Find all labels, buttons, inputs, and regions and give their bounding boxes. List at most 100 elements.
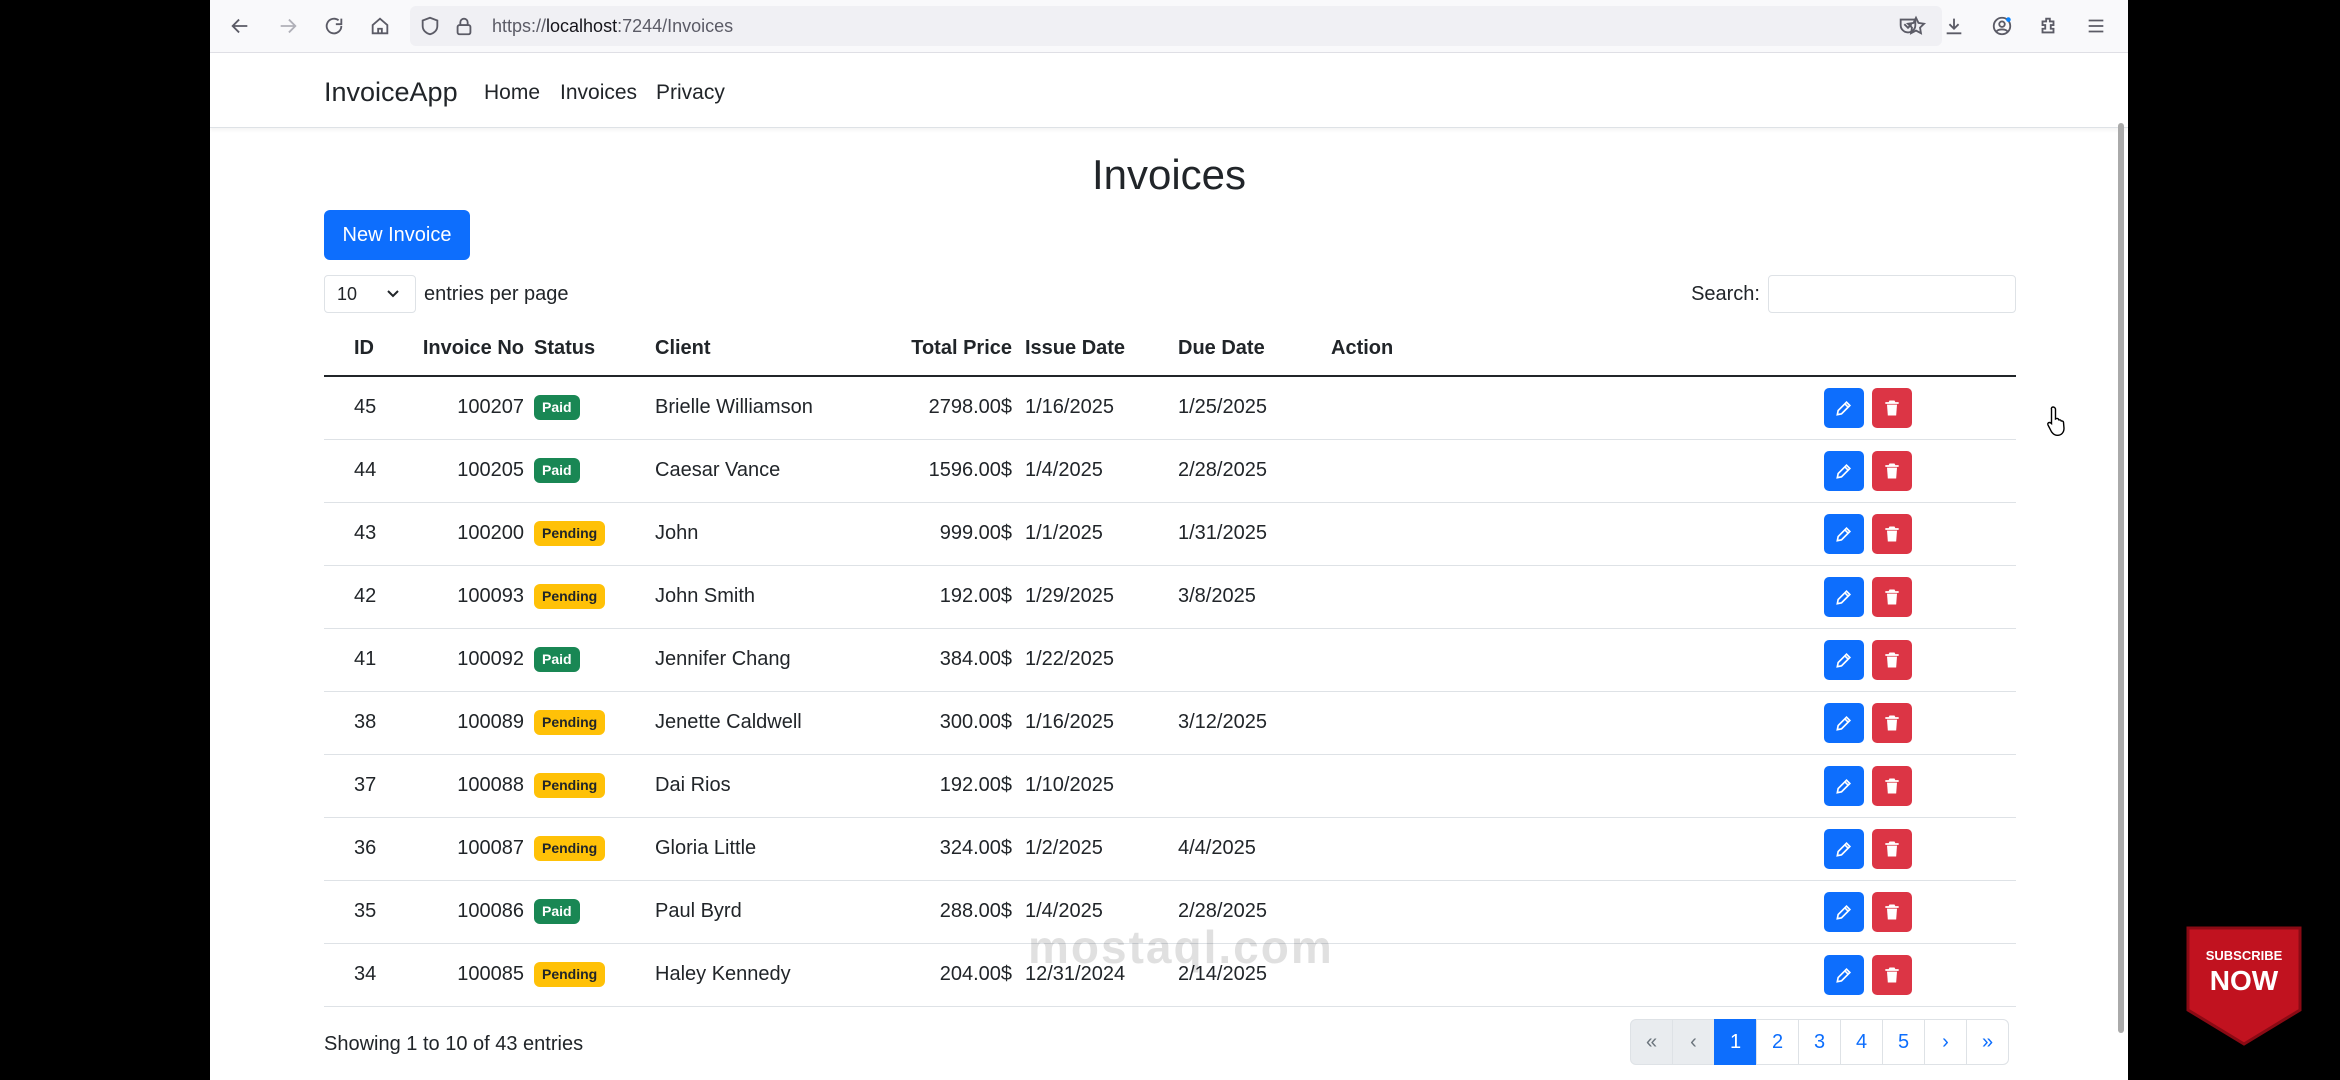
navbar: InvoiceApp Home Invoices Privacy [210, 53, 2128, 128]
cell-total-price: 192.00$ [939, 774, 1012, 796]
cell-total-price: 1596.00$ [928, 459, 1012, 481]
subscribe-line1: SUBSCRIBE [2206, 948, 2283, 963]
delete-button[interactable] [1872, 703, 1912, 743]
back-icon[interactable] [226, 12, 254, 40]
cell-client: Gloria Little [655, 837, 757, 859]
pencil-icon [1834, 650, 1854, 670]
cell-invoice-no: 100093 [457, 585, 524, 607]
delete-button[interactable] [1872, 955, 1912, 995]
header-id[interactable]: ID [354, 337, 374, 360]
cell-invoice-no: 100089 [457, 711, 524, 733]
navbar-brand[interactable]: InvoiceApp [324, 77, 458, 108]
status-badge: Paid [534, 647, 580, 672]
page-item[interactable]: 2 [1756, 1019, 1799, 1065]
cell-invoice-no: 100087 [457, 837, 524, 859]
page-item[interactable]: 5 [1882, 1019, 1925, 1065]
pencil-icon [1834, 524, 1854, 544]
edit-button[interactable] [1824, 766, 1864, 806]
delete-button[interactable] [1872, 829, 1912, 869]
cell-total-price: 999.00$ [939, 522, 1012, 544]
subscribe-badge[interactable]: SUBSCRIBE NOW [2184, 924, 2304, 1048]
cell-due-date: 3/12/2025 [1178, 711, 1267, 733]
pencil-icon [1834, 398, 1854, 418]
forward-icon[interactable] [274, 12, 302, 40]
header-invoice-no[interactable]: Invoice No [423, 337, 524, 360]
table-info: Showing 1 to 10 of 43 entries [324, 1033, 584, 1055]
cell-id: 42 [354, 585, 377, 607]
pencil-icon [1834, 902, 1854, 922]
pencil-icon [1834, 776, 1854, 796]
shield-icon[interactable] [416, 12, 444, 40]
page-item: ‹ [1672, 1019, 1715, 1065]
url-text[interactable]: https://localhost:7244/Invoices [492, 16, 733, 37]
nav-link-home[interactable]: Home [484, 81, 540, 105]
edit-button[interactable] [1824, 892, 1864, 932]
subscribe-line2: NOW [2210, 965, 2279, 996]
account-icon[interactable] [1988, 12, 2016, 40]
edit-button[interactable] [1824, 388, 1864, 428]
entries-per-page-select[interactable]: 10 [324, 275, 416, 313]
delete-button[interactable] [1872, 892, 1912, 932]
home-icon[interactable] [366, 12, 394, 40]
edit-button[interactable] [1824, 577, 1864, 617]
download-icon[interactable] [1940, 12, 1968, 40]
delete-button[interactable] [1872, 577, 1912, 617]
cell-id: 36 [354, 837, 377, 859]
edit-button[interactable] [1824, 640, 1864, 680]
pocket-icon[interactable] [1894, 12, 1922, 40]
page-item[interactable]: 3 [1798, 1019, 1841, 1065]
trash-icon [1882, 524, 1902, 544]
edit-button[interactable] [1824, 514, 1864, 554]
delete-button[interactable] [1872, 451, 1912, 491]
page-item[interactable]: 4 [1840, 1019, 1883, 1065]
trash-icon [1882, 965, 1902, 985]
edit-button[interactable] [1824, 703, 1864, 743]
cell-id: 41 [354, 648, 377, 670]
cell-client: John Smith [655, 585, 756, 607]
address-bar[interactable]: https://localhost:7244/Invoices [410, 6, 1942, 46]
page-item[interactable]: › [1924, 1019, 1967, 1065]
url-prefix: https:// [492, 16, 547, 36]
new-invoice-button[interactable]: New Invoice [324, 210, 470, 260]
cell-issue-date: 1/22/2025 [1025, 648, 1114, 670]
edit-button[interactable] [1824, 451, 1864, 491]
cell-invoice-no: 100205 [457, 459, 524, 481]
status-badge: Pending [534, 710, 606, 735]
reload-icon[interactable] [320, 12, 348, 40]
status-badge: Paid [534, 458, 580, 483]
cell-due-date: 4/4/2025 [1178, 837, 1256, 859]
header-client[interactable]: Client [655, 337, 711, 360]
edit-button[interactable] [1824, 955, 1864, 995]
delete-button[interactable] [1872, 388, 1912, 428]
delete-button[interactable] [1872, 514, 1912, 554]
page-item[interactable]: 1 [1714, 1019, 1757, 1065]
nav-link-invoices[interactable]: Invoices [560, 81, 637, 105]
header-total-price[interactable]: Total Price [911, 337, 1012, 360]
edit-button[interactable] [1824, 829, 1864, 869]
header-issue-date[interactable]: Issue Date [1025, 337, 1125, 360]
menu-icon[interactable] [2082, 12, 2110, 40]
delete-button[interactable] [1872, 640, 1912, 680]
lock-icon[interactable] [450, 12, 478, 40]
table-body: 45 100207 Paid Brielle Williamson 2798.00$ 1/… [324, 377, 2016, 1007]
search-input[interactable] [1768, 275, 2016, 313]
header-due-date[interactable]: Due Date [1178, 337, 1265, 360]
cell-due-date: 2/28/2025 [1178, 459, 1267, 481]
cell-id: 38 [354, 711, 377, 733]
cell-invoice-no: 100086 [457, 900, 524, 922]
trash-icon [1882, 461, 1902, 481]
page-item: « [1630, 1019, 1673, 1065]
header-status[interactable]: Status [534, 337, 595, 360]
page-scrollbar[interactable] [2118, 123, 2124, 1033]
hand-cursor-icon [2047, 406, 2065, 436]
delete-button[interactable] [1872, 766, 1912, 806]
cell-client: Paul Byrd [655, 900, 742, 922]
nav-link-privacy[interactable]: Privacy [656, 81, 725, 105]
table-row: 41 100092 Paid Jennifer Chang 384.00$ 1/22/20… [324, 629, 2016, 692]
cell-total-price: 300.00$ [939, 711, 1012, 733]
extensions-icon[interactable] [2034, 12, 2062, 40]
page-item[interactable]: » [1966, 1019, 2009, 1065]
entries-per-page-label: entries per page [424, 283, 569, 305]
status-badge: Pending [534, 836, 606, 861]
trash-icon [1882, 398, 1902, 418]
